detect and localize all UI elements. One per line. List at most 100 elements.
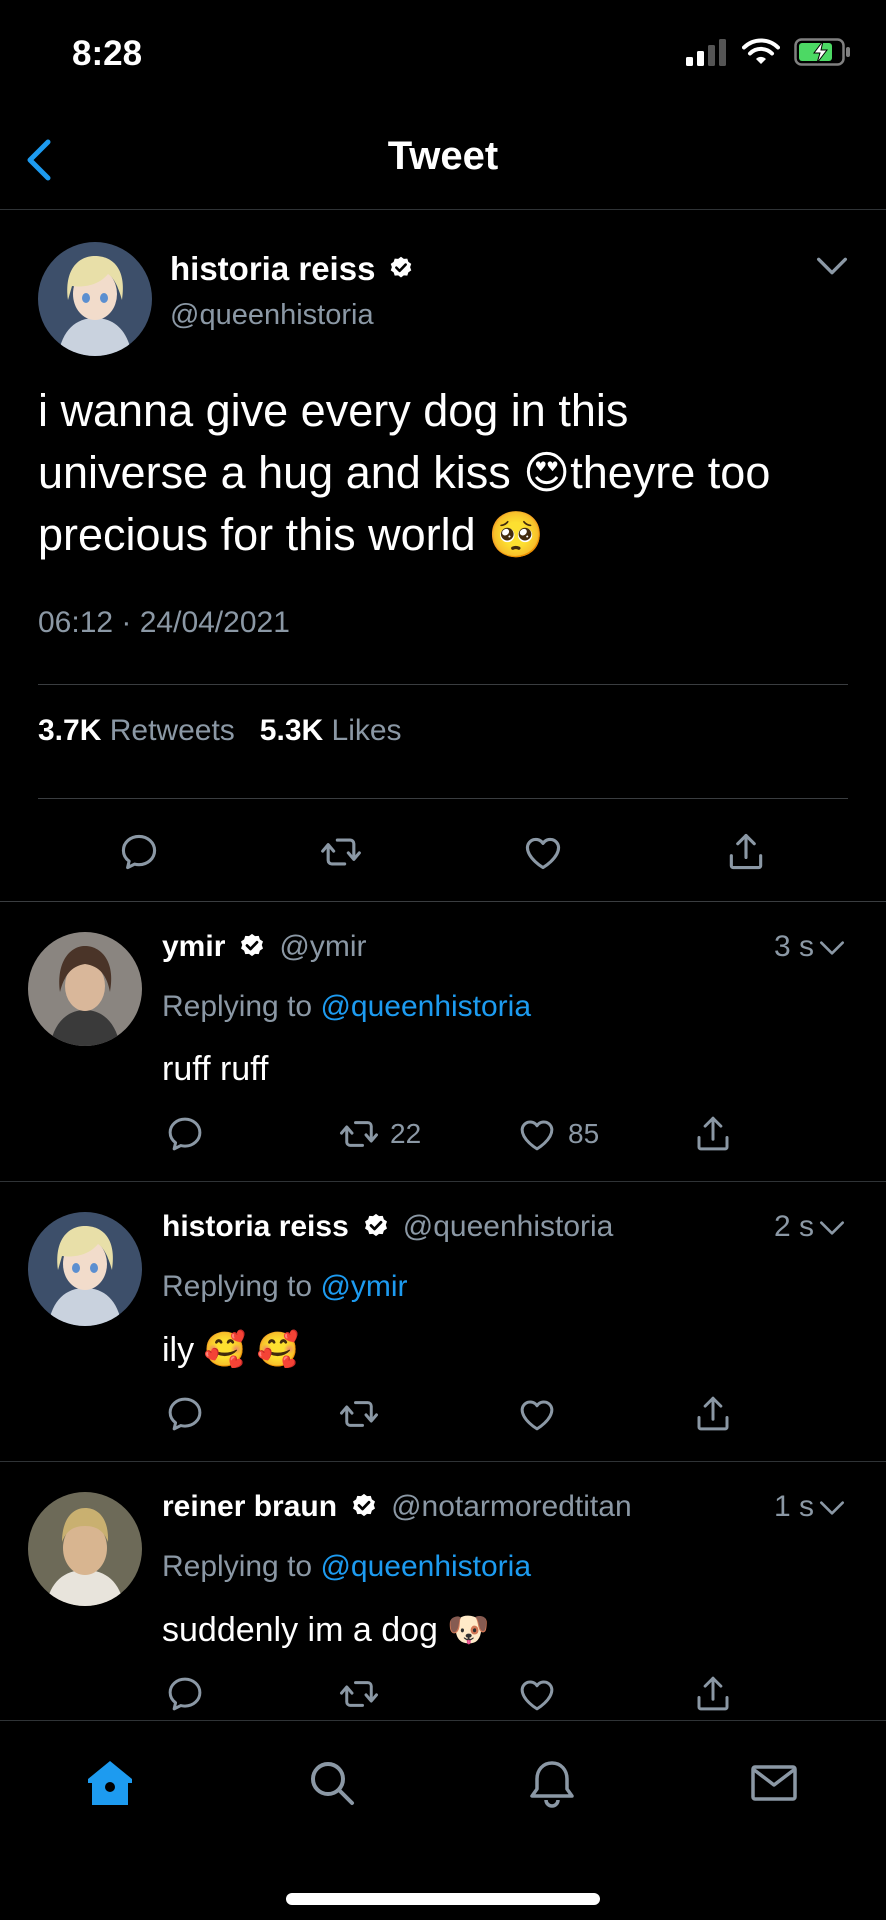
likes-count: 5.3K [259, 714, 324, 747]
reply-button[interactable] [164, 1392, 206, 1436]
like-icon [516, 1393, 558, 1435]
wifi-icon [742, 38, 780, 64]
reply-header: reiner braun @notarmoredtitan [162, 1490, 632, 1524]
reply-author-name[interactable]: reiner braun [162, 1490, 337, 1524]
home-icon[interactable] [82, 1755, 138, 1811]
reply-author-handle[interactable]: @ymir [279, 930, 366, 964]
author-name[interactable]: historia reiss [170, 250, 415, 288]
share-icon [692, 1393, 734, 1435]
divider [38, 798, 848, 799]
reply-text: ily 🥰 🥰 [162, 1330, 299, 1370]
reply-author-handle[interactable]: @notarmoredtitan [391, 1490, 632, 1524]
replying-to: Replying to @ymir [162, 1270, 408, 1304]
verified-badge-icon [237, 932, 267, 962]
divider [38, 684, 848, 685]
smiling-hearts-emoji: 🥰 🥰 [203, 1330, 300, 1370]
share-button[interactable] [692, 1112, 734, 1156]
chevron-down-icon[interactable] [816, 932, 848, 964]
retweet-icon[interactable] [319, 830, 363, 874]
like-icon [516, 1113, 558, 1155]
replying-to-mention[interactable]: @queenhistoria [320, 1550, 531, 1583]
reply-icon [164, 1113, 206, 1155]
chevron-down-icon[interactable] [816, 1212, 848, 1244]
reply-text-content: suddenly im a dog [162, 1611, 448, 1649]
likes-label: Likes [331, 714, 402, 747]
author-handle[interactable]: @queenhistoria [170, 299, 374, 332]
avatar[interactable] [28, 1492, 142, 1606]
reply-icon [164, 1673, 206, 1715]
reply-author-name[interactable]: ymir [162, 930, 225, 964]
reply-author-name[interactable]: historia reiss [162, 1210, 349, 1244]
tweet-text: i wanna give every dog in this universe … [38, 380, 858, 566]
like-button[interactable] [516, 1672, 558, 1716]
author-name-text[interactable]: historia reiss [170, 250, 375, 288]
status-time: 8:28 [72, 34, 143, 73]
reply-time: 2 s [773, 1210, 814, 1243]
share-button[interactable] [692, 1672, 734, 1716]
avatar[interactable] [38, 242, 152, 356]
verified-badge-icon [361, 1212, 391, 1242]
like-button[interactable] [516, 1392, 558, 1436]
reply-tweet[interactable]: historia reiss @queenhistoria 2 s Replyi… [0, 1182, 886, 1462]
retweet-icon [338, 1113, 380, 1155]
signal-icon [686, 39, 726, 66]
like-count: 85 [568, 1118, 600, 1149]
tweet-text-line-3a: precious for this world [38, 509, 489, 560]
retweet-button[interactable] [338, 1672, 380, 1716]
reply-tweet[interactable]: reiner braun @notarmoredtitan 1 s Replyi… [0, 1462, 886, 1720]
replying-to: Replying to @queenhistoria [162, 990, 531, 1024]
like-icon[interactable] [521, 830, 565, 874]
replying-to: Replying to @queenhistoria [162, 1550, 531, 1584]
share-icon[interactable] [724, 830, 768, 874]
tweet-text-line-2a: universe a hug and kiss [38, 447, 524, 498]
share-button[interactable] [692, 1392, 734, 1436]
like-button[interactable]: 85 [516, 1112, 599, 1156]
reply-icon [164, 1393, 206, 1435]
reply-text-content: ily [162, 1331, 204, 1369]
home-indicator[interactable] [286, 1893, 600, 1905]
messages-icon[interactable] [746, 1755, 802, 1811]
verified-badge-icon [387, 255, 415, 283]
replying-to-prefix: Replying to [162, 1270, 313, 1303]
status-icons [686, 38, 852, 66]
reply-author-handle[interactable]: @queenhistoria [403, 1210, 614, 1244]
main-tweet: historia reiss @queenhistoria i wanna gi… [0, 210, 886, 902]
chevron-down-icon[interactable] [812, 246, 852, 286]
reply-text: ruff ruff [162, 1050, 269, 1088]
chevron-down-icon[interactable] [816, 1492, 848, 1524]
replying-to-mention[interactable]: @queenhistoria [320, 990, 531, 1023]
verified-badge-icon [349, 1492, 379, 1522]
reply-icon[interactable] [117, 830, 161, 874]
replying-to-prefix: Replying to [162, 990, 313, 1023]
search-icon[interactable] [304, 1755, 360, 1811]
tweet-actions [0, 830, 886, 890]
dog-face-emoji: 🐶 [447, 1610, 490, 1650]
retweet-count: 22 [390, 1118, 422, 1149]
reply-button[interactable] [164, 1112, 206, 1156]
retweets-count: 3.7K [38, 714, 102, 747]
like-icon [516, 1673, 558, 1715]
reply-header: historia reiss @queenhistoria [162, 1210, 613, 1244]
reply-actions [0, 1672, 886, 1716]
status-bar: 8:28 [0, 0, 886, 110]
tweet-timestamp: 06:12 · 24/04/2021 [38, 606, 290, 639]
tweet-text-line-3: precious for this world 🥺 [38, 504, 858, 566]
avatar[interactable] [28, 932, 142, 1046]
avatar[interactable] [28, 1212, 142, 1326]
retweet-button[interactable] [338, 1392, 380, 1436]
reply-actions: 22 85 [0, 1112, 886, 1156]
replying-to-mention[interactable]: @ymir [320, 1270, 407, 1303]
retweets-label: Retweets [109, 714, 235, 747]
reply-header: ymir @ymir [162, 930, 366, 964]
reply-button[interactable] [164, 1672, 206, 1716]
retweet-button[interactable]: 22 [338, 1112, 421, 1156]
retweet-icon [338, 1673, 380, 1715]
tab-bar [0, 1720, 886, 1920]
battery-icon [794, 38, 850, 66]
tweet-stats[interactable]: 3.7K Retweets 5.3K Likes [38, 714, 402, 748]
reply-tweet[interactable]: ymir @ymir 3 s Replying to @queenhistori… [0, 902, 886, 1182]
pleading-face-emoji: 🥺 [488, 508, 545, 561]
replying-to-prefix: Replying to [162, 1550, 313, 1583]
notifications-icon[interactable] [524, 1755, 580, 1811]
share-icon [692, 1113, 734, 1155]
